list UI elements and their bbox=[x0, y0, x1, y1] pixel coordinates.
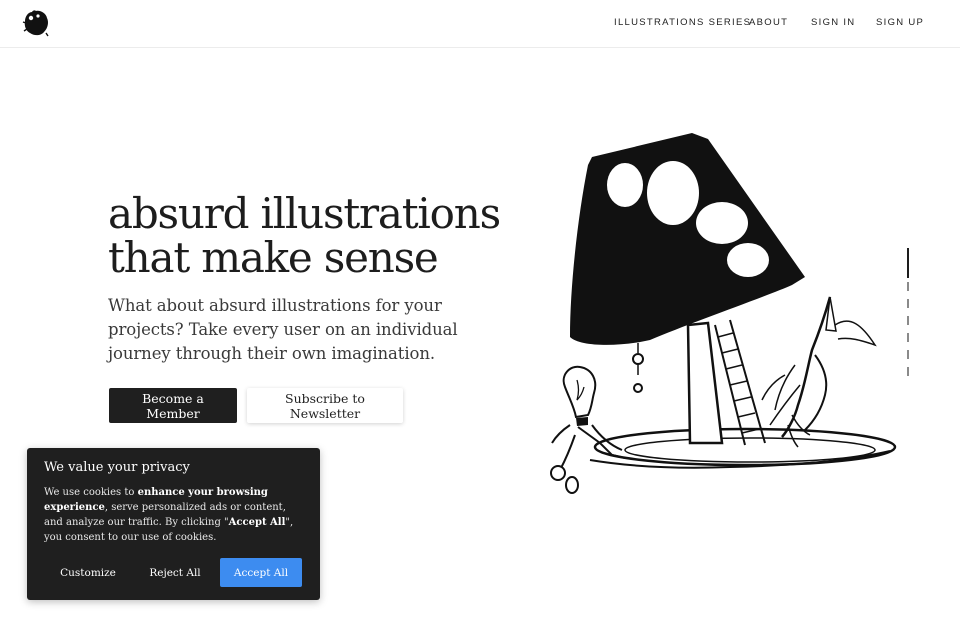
nav-about[interactable]: ABOUT bbox=[749, 17, 788, 28]
nav-sign-in[interactable]: SIGN IN bbox=[811, 17, 855, 28]
cookie-reject-all-button[interactable]: Reject All bbox=[134, 558, 216, 587]
scroll-indicator-dash bbox=[907, 316, 909, 325]
ink-blot-logo-icon[interactable] bbox=[22, 9, 50, 37]
top-navigation-bar: ILLUSTRATIONS SERIES ABOUT SIGN IN SIGN … bbox=[0, 0, 960, 48]
subscribe-newsletter-button[interactable]: Subscribe to Newsletter bbox=[247, 388, 403, 423]
cookie-banner-title: We value your privacy bbox=[44, 460, 190, 475]
scroll-indicator-dash bbox=[907, 367, 909, 376]
hero-title-line-2: that make sense bbox=[108, 233, 439, 282]
scroll-indicator-active bbox=[907, 248, 909, 278]
section-scroll-indicator[interactable] bbox=[906, 248, 910, 380]
hero-subtitle: What about absurd illustrations for your… bbox=[108, 296, 458, 363]
scroll-indicator-dash bbox=[907, 282, 909, 291]
cookie-text-part: We use cookies to bbox=[44, 487, 138, 498]
nav-sign-up[interactable]: SIGN UP bbox=[876, 17, 924, 28]
cookie-customize-button[interactable]: Customize bbox=[44, 558, 132, 587]
hero-title: absurd illustrations that make sense bbox=[108, 192, 528, 280]
nav-illustrations-series[interactable]: ILLUSTRATIONS SERIES bbox=[614, 17, 751, 28]
scroll-indicator-dash bbox=[907, 299, 909, 308]
scroll-indicator-dash bbox=[907, 333, 909, 342]
cookie-consent-banner: We value your privacy We use cookies to … bbox=[27, 448, 320, 600]
scroll-indicator-dash bbox=[907, 350, 909, 359]
become-member-button[interactable]: Become a Member bbox=[109, 388, 237, 423]
mushroom-lamp-illustration bbox=[550, 133, 897, 494]
cookie-text-emphasis: Accept All bbox=[228, 517, 286, 528]
hero-title-line-1: absurd illustrations bbox=[108, 189, 501, 238]
cookie-accept-all-button[interactable]: Accept All bbox=[220, 558, 302, 587]
cookie-banner-text: We use cookies to enhance your browsing … bbox=[44, 485, 306, 545]
